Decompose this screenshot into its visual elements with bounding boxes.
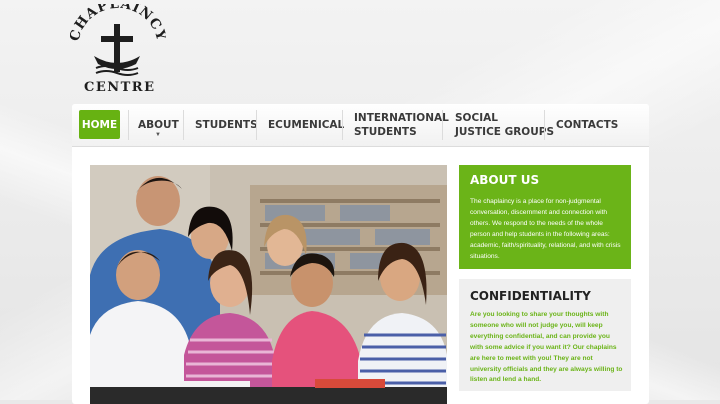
main-nav: HOME ABOUT ▼ STUDENTS ECUMENICAL INTERNA… <box>72 104 649 147</box>
confidentiality-box: CONFIDENTIALITY Are you looking to share… <box>459 279 631 391</box>
confidentiality-title: CONFIDENTIALITY <box>470 289 591 303</box>
about-us-text: The chaplaincy is a place for non-judgme… <box>470 198 621 260</box>
nav-divider <box>544 110 545 140</box>
caret-down-icon[interactable]: ▼ <box>155 132 161 138</box>
nav-label-line2: STUDENTS <box>354 126 417 138</box>
nav-item-about[interactable]: ABOUT <box>138 104 179 146</box>
nav-item-ecumenical[interactable]: ECUMENICAL <box>268 104 344 146</box>
about-us-title: ABOUT US <box>470 173 540 187</box>
about-us-box: ABOUT US The chaplaincy is a place for n… <box>459 165 631 269</box>
nav-item-home[interactable]: HOME <box>79 110 120 139</box>
nav-item-students[interactable]: STUDENTS <box>195 104 258 146</box>
nav-divider <box>183 110 184 140</box>
hero-image <box>90 165 447 404</box>
nav-divider <box>342 110 343 140</box>
content-panel: HOME ABOUT ▼ STUDENTS ECUMENICAL INTERNA… <box>72 104 649 404</box>
nav-item-social-justice-groups[interactable]: SOCIAL JUSTICE GROUPS <box>455 104 554 146</box>
nav-item-contacts[interactable]: CONTACTS <box>556 104 618 146</box>
nav-divider <box>128 110 129 140</box>
logo-subtitle: CENTRE <box>84 80 156 95</box>
nav-label-line1: SOCIAL <box>455 112 498 124</box>
confidentiality-text: Are you looking to share your thoughts w… <box>470 311 623 384</box>
nav-label-line1: INTERNATIONAL <box>354 112 449 124</box>
nav-divider <box>256 110 257 140</box>
nav-label-line2: JUSTICE GROUPS <box>455 126 555 138</box>
nav-item-international-students[interactable]: INTERNATIONAL STUDENTS <box>354 104 449 146</box>
nav-divider <box>442 110 443 140</box>
